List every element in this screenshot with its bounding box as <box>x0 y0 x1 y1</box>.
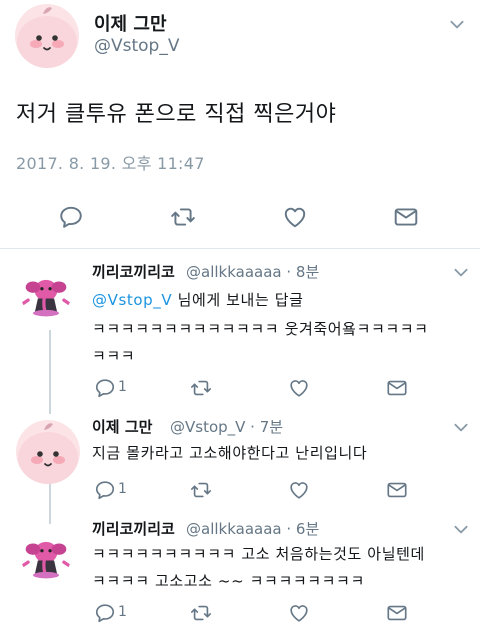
reply-to-label: 님에게 보내는 답글 <box>172 291 304 309</box>
reply-text: 지금 몰카라고 고소해야한다고 난리입니다 <box>92 444 368 462</box>
reply-icon[interactable] <box>94 479 116 501</box>
reply-count: 1 <box>118 604 127 620</box>
caret-down-icon[interactable] <box>448 15 466 33</box>
reply-icon[interactable] <box>94 602 116 624</box>
peach-avatar-icon <box>16 420 80 484</box>
main-tweet: 이제 그만 @Vstop_V 저거 클투유 폰으로 직접 찍은거야 2017. … <box>0 0 480 248</box>
reply-author-name[interactable]: 끼리코끼리코 <box>92 261 175 282</box>
reply-count: 1 <box>118 379 127 395</box>
author-handle[interactable]: @Vstop_V <box>94 36 179 56</box>
like-icon[interactable] <box>288 377 310 399</box>
thread-line <box>49 330 51 414</box>
dm-icon[interactable] <box>386 479 408 501</box>
avatar[interactable] <box>15 4 79 68</box>
reply-count: 1 <box>118 481 127 497</box>
peach-avatar-icon <box>15 4 79 68</box>
like-icon[interactable] <box>282 204 308 230</box>
mention-link[interactable]: @Vstop_V <box>92 291 172 309</box>
tweet-text: 저거 클투유 폰으로 직접 찍은거야 <box>16 102 337 127</box>
reply-handle-time[interactable]: @allkkaaaaa · 8분 <box>186 261 319 282</box>
author-name[interactable]: 이제 그만 <box>94 10 167 36</box>
caret-down-icon[interactable] <box>452 520 470 538</box>
retweet-icon[interactable] <box>170 204 196 230</box>
avatar[interactable] <box>16 420 80 484</box>
like-icon[interactable] <box>288 479 310 501</box>
divider <box>0 248 480 249</box>
reply-author-name[interactable]: 이제 그만 <box>92 416 152 437</box>
reply-text: ㅋㅋㅋㅋ 고소고소 ~~ ㅋㅋㅋㅋㅋㅋㅋㅋ <box>92 572 365 590</box>
reply-handle-time[interactable]: @Vstop_V · 7분 <box>170 416 283 437</box>
reply-handle-time[interactable]: @allkkaaaaa · 6분 <box>186 518 319 539</box>
reply-author-name[interactable]: 끼리코끼리코 <box>92 518 175 539</box>
thread-line <box>49 484 51 524</box>
dm-icon[interactable] <box>386 602 408 624</box>
reply-text: ㅋㅋㅋㅋㅋㅋㅋㅋㅋㅋㅋㅋㅋ 웃겨죽어욬ㅋㅋㅋㅋㅋ <box>92 320 429 338</box>
retweet-icon[interactable] <box>190 377 212 399</box>
reply-to-context: @Vstop_V 님에게 보내는 답글 <box>92 289 304 310</box>
retweet-icon[interactable] <box>190 602 212 624</box>
elephant-avatar-icon <box>20 528 72 580</box>
reply-text: ㅋㅋㅋ <box>92 347 136 365</box>
retweet-icon[interactable] <box>190 479 212 501</box>
avatar[interactable] <box>20 528 72 580</box>
caret-down-icon[interactable] <box>452 263 470 281</box>
dm-icon[interactable] <box>393 204 419 230</box>
tweet-timestamp[interactable]: 2017. 8. 19. 오후 11:47 <box>16 150 205 174</box>
dm-icon[interactable] <box>386 377 408 399</box>
reply-icon[interactable] <box>94 377 116 399</box>
avatar[interactable] <box>20 266 72 318</box>
reply-text: ㅋㅋㅋㅋㅋㅋㅋㅋㅋㅋ 고소 처음하는것도 아닐텐데 <box>92 545 425 563</box>
reply-icon[interactable] <box>58 204 84 230</box>
caret-down-icon[interactable] <box>452 418 470 436</box>
like-icon[interactable] <box>288 602 310 624</box>
elephant-avatar-icon <box>20 266 72 318</box>
